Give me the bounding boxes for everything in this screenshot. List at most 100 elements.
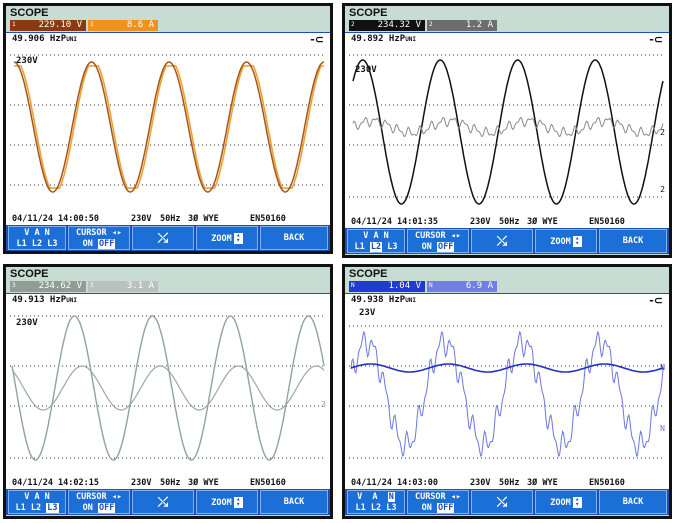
status-nominal-voltage: 230V — [470, 478, 491, 488]
back-button[interactable]: BACK — [260, 490, 328, 514]
phase-select-key[interactable]: V A N L1 L2 L3 — [8, 490, 66, 514]
status-frequency: 50Hz — [160, 478, 181, 488]
cursor-on: ON — [421, 503, 432, 513]
back-button[interactable]: BACK — [260, 226, 328, 250]
cursor-on: ON — [82, 503, 93, 513]
voltage-unit: V — [415, 281, 421, 291]
phase-l3: L3 — [46, 503, 59, 513]
scope-screen: SCOPE N 1.04 V N 6.9 A 49.938 HzPUNI -⊂ … — [345, 267, 669, 516]
up-down-icon: ▴ ▾ — [233, 232, 243, 244]
current-trace — [352, 116, 664, 138]
move-key[interactable]: ⤯ — [471, 229, 533, 253]
zoom-key[interactable]: ZOOM ▴ ▾ — [535, 490, 597, 514]
frequency-readout: 49.906 HzPUNI — [12, 34, 78, 44]
power-plug-icon: -⊂ — [649, 294, 663, 307]
phase-l3: L3 — [386, 503, 397, 513]
voltage-reading: 3 234.62 V — [10, 281, 86, 292]
power-plug-icon: -⊂ — [649, 33, 663, 46]
cursor-off: OFF — [437, 503, 455, 513]
status-nominal-voltage: 230V — [470, 217, 491, 227]
current-trace — [350, 330, 664, 458]
move-arrows-icon: ⤯ — [157, 231, 169, 246]
waveform-graph — [349, 54, 665, 205]
current-reading: 2 1.2 A — [427, 20, 497, 31]
phase-select-key[interactable]: V A N L1 L2 L3 — [347, 490, 405, 514]
channel-number: 1 — [90, 21, 94, 28]
reading-bar: 1 229.10 V 1 8.6 A — [6, 20, 330, 31]
status-standard: EN50160 — [250, 478, 286, 488]
status-line: 04/11/24 14:00:50 230V 50Hz 3Ø WYE EN501… — [6, 213, 330, 225]
scope-screen: SCOPE 3 234.62 V 3 3.1 A 49.913 HzPUNI 2… — [6, 267, 330, 516]
voltage-trace — [352, 59, 664, 205]
cursor-key[interactable]: CURSOR ◂▸ ON OFF — [407, 490, 469, 514]
cursor-key[interactable]: CURSOR ◂▸ ON OFF — [407, 229, 469, 253]
scope-screen: SCOPE 2 234.32 V 2 1.2 A 49.892 HzPUNI -… — [345, 6, 669, 255]
channel-number: N — [429, 282, 433, 289]
scope-panel-l1: SCOPE 1 229.10 V 1 8.6 A 49.906 HzPUNI -… — [3, 3, 333, 254]
status-line: 04/11/24 14:02:15 230V 50Hz 3Ø WYE EN501… — [6, 477, 330, 489]
up-down-icon: ▴ ▾ — [572, 235, 582, 247]
zoom-key[interactable]: ZOOM ▴ ▾ — [535, 229, 597, 253]
move-key[interactable]: ⤯ — [132, 226, 194, 250]
neutral-selected: N — [387, 492, 395, 502]
voltage-trace — [11, 315, 325, 461]
move-key[interactable]: ⤯ — [471, 490, 533, 514]
voltage-reading: N 1.04 V — [349, 281, 425, 292]
back-button[interactable]: BACK — [599, 229, 667, 253]
phase-l3: L3 — [47, 239, 58, 249]
scope-panel-l2: SCOPE 2 234.32 V 2 1.2 A 49.892 HzPUNI -… — [342, 3, 672, 258]
phase-select-key[interactable]: V A N L1 L2 L3 — [8, 226, 66, 250]
power-plug-icon: -⊂ — [310, 33, 324, 46]
status-nominal-voltage: 230V — [131, 478, 152, 488]
voltage-reading: 1 229.10 V — [10, 20, 86, 31]
current-unit: A — [148, 281, 154, 291]
current-unit: A — [487, 281, 493, 291]
current-value: 8.6 — [126, 20, 144, 30]
reading-bar: 3 234.62 V 3 3.1 A — [6, 281, 330, 292]
arrows-icon: ◂▸ — [450, 231, 462, 241]
softkey-bar: V A N L1 L2 L3 CURSOR ◂▸ ON OFF ⤯ ZOOM ▴ ▾… — [6, 225, 330, 251]
phase-l1: L1 — [355, 503, 366, 513]
scope-panel-neutral: SCOPE N 1.04 V N 6.9 A 49.938 HzPUNI -⊂ … — [342, 264, 672, 519]
move-key[interactable]: ⤯ — [132, 490, 194, 514]
arrows-icon: ◂▸ — [450, 492, 462, 502]
waveform-area: 49.938 HzPUNI -⊂ 23V N N — [345, 293, 669, 477]
status-time: 14:00:50 — [58, 214, 99, 224]
current-reading: 3 3.1 A — [88, 281, 158, 292]
frequency-readout: 49.913 HzPUNI — [12, 295, 78, 305]
channel-number: 3 — [90, 282, 94, 289]
voltage-unit: V — [76, 281, 82, 291]
current-trace — [14, 65, 324, 189]
phase-l2: L2 — [370, 503, 382, 513]
cursor-key[interactable]: CURSOR ◂▸ ON OFF — [68, 226, 130, 250]
status-line: 04/11/24 14:03:00 230V 50Hz 3Ø WYE EN501… — [345, 477, 669, 489]
status-standard: EN50160 — [589, 217, 625, 227]
cursor-key[interactable]: CURSOR ◂▸ ON OFF — [68, 490, 130, 514]
status-configuration: 3Ø WYE — [527, 217, 558, 227]
status-frequency: 50Hz — [499, 478, 520, 488]
status-time: 14:03:00 — [397, 478, 438, 488]
status-date: 04/11/24 — [12, 478, 53, 488]
status-line: 04/11/24 14:01:35 230V 50Hz 3Ø WYE EN501… — [345, 216, 669, 228]
status-date: 04/11/24 — [351, 217, 392, 227]
reading-bar: 2 234.32 V 2 1.2 A — [345, 20, 669, 31]
status-nominal-voltage: 230V — [131, 214, 152, 224]
screen-title: SCOPE — [10, 268, 49, 280]
phase-select-key[interactable]: V A N L1 L2 L3 — [347, 229, 405, 253]
cursor-off: OFF — [98, 239, 116, 249]
phase-l2: L2 — [31, 239, 43, 249]
cursor-on: ON — [82, 239, 93, 249]
channel-number: 3 — [12, 282, 16, 289]
softkey-bar: V A N L1 L2 L3 CURSOR ◂▸ ON OFF ⤯ ZOOM ▴ ▾… — [345, 228, 669, 254]
reading-bar: N 1.04 V N 6.9 A — [345, 281, 669, 292]
status-configuration: 3Ø WYE — [188, 478, 219, 488]
status-standard: EN50160 — [589, 478, 625, 488]
back-button[interactable]: BACK — [599, 490, 667, 514]
move-arrows-icon: ⤯ — [496, 495, 508, 510]
zoom-key[interactable]: ZOOM ▴ ▾ — [196, 490, 258, 514]
current-value: 6.9 — [465, 281, 483, 291]
zoom-key[interactable]: ZOOM ▴ ▾ — [196, 226, 258, 250]
up-down-icon: ▴ ▾ — [233, 496, 243, 508]
cursor-off: OFF — [437, 242, 455, 252]
softkey-bar: V A N L1 L2 L3 CURSOR ◂▸ ON OFF ⤯ ZOOM ▴ ▾… — [6, 489, 330, 515]
